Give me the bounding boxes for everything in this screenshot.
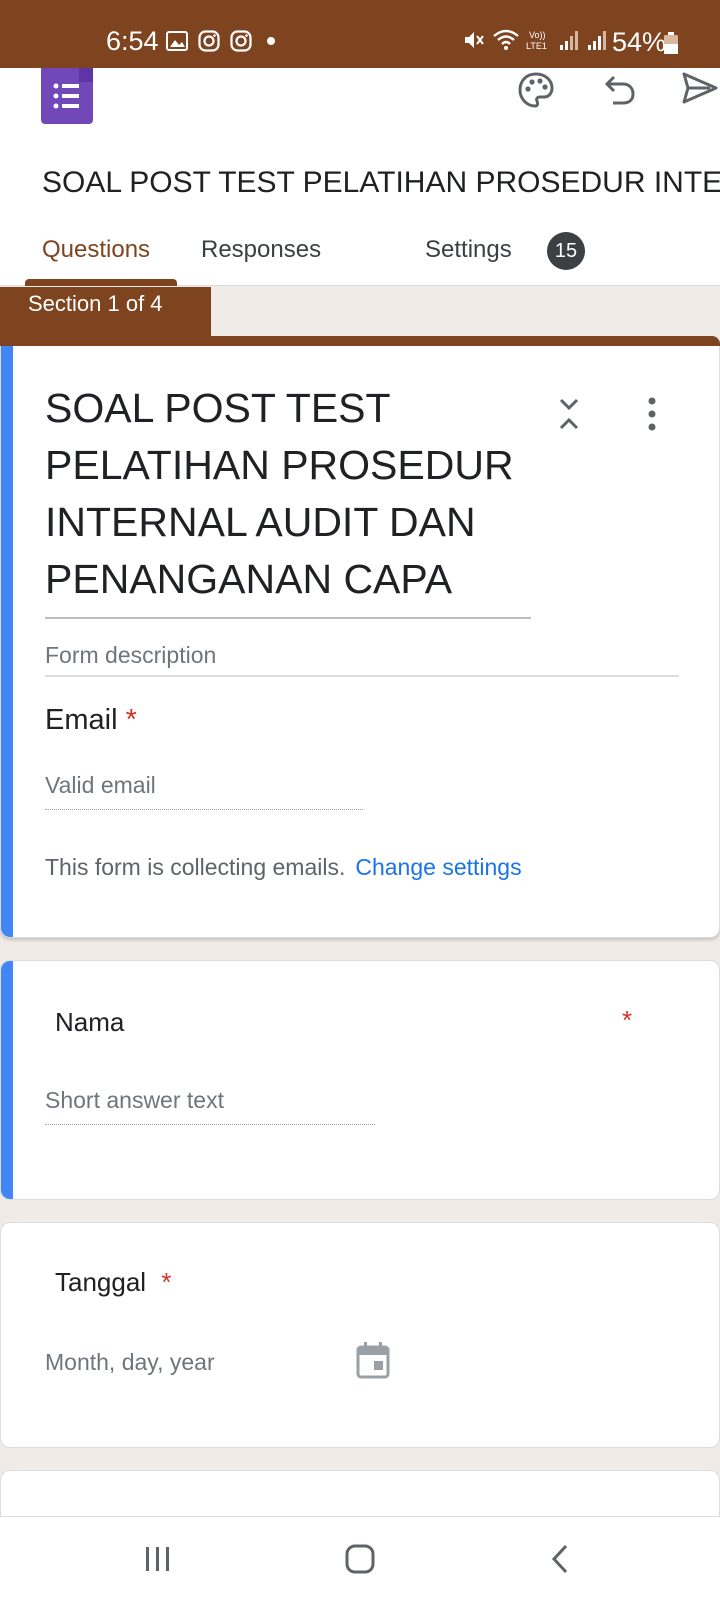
recents-icon[interactable]: [134, 1537, 182, 1581]
palette-icon[interactable]: [514, 68, 558, 112]
tab-responses[interactable]: Responses 15: [201, 228, 585, 284]
app-bar: SOAL POST TEST PELATIHAN PROSEDUR INTERN…: [0, 68, 720, 286]
question-title-tanggal-text: Tanggal: [55, 1267, 147, 1297]
question-title-tanggal[interactable]: Tanggal *: [55, 1267, 171, 1298]
status-time: 6:54: [106, 26, 159, 56]
section-label: Section 1 of 4: [0, 287, 211, 337]
system-nav-bar: [0, 1516, 720, 1600]
status-bar: 6:54 Vo)) LTE1 54%: [0, 0, 720, 68]
email-input: Valid email: [45, 772, 156, 798]
dot-icon: [262, 32, 280, 55]
question-title-nama[interactable]: Nama: [55, 1007, 124, 1038]
short-answer-underline: [45, 1124, 375, 1125]
wifi-icon: [492, 28, 520, 57]
active-card-accent: [1, 346, 13, 937]
required-star: *: [622, 1005, 633, 1035]
date-input: Month, day, year: [45, 1349, 215, 1375]
tab-responses-label: Responses: [201, 236, 322, 263]
responses-count-badge: 15: [547, 232, 585, 270]
battery-percent: 54%: [612, 27, 667, 57]
title-underline: [45, 617, 531, 619]
short-answer-input: Short answer text: [45, 1087, 224, 1113]
signal-icon: [586, 29, 608, 56]
active-card-accent: [1, 961, 13, 1199]
question-card-tanggal[interactable]: Tanggal * Month, day, year: [0, 1222, 720, 1448]
change-settings-link[interactable]: Change settings: [355, 854, 521, 880]
send-icon[interactable]: [678, 66, 720, 110]
question-card-nama[interactable]: Nama * Short answer text: [0, 960, 720, 1200]
volte-icon: Vo)) LTE1: [526, 28, 552, 57]
more-options-icon[interactable]: [645, 396, 659, 437]
form-title[interactable]: SOAL POST TEST PELATIHAN PROSEDUR INTERN…: [45, 380, 535, 608]
calendar-icon: [356, 1341, 390, 1384]
email-input-underline: [45, 809, 363, 810]
svg-text:Vo)): Vo)): [529, 30, 546, 40]
battery-icon: [664, 32, 678, 59]
collapse-section-icon[interactable]: [557, 396, 581, 437]
email-label-text: Email: [45, 704, 118, 736]
collecting-emails-notice: This form is collecting emails. Change se…: [45, 854, 522, 881]
tab-questions[interactable]: Questions: [42, 228, 150, 284]
form-title-header[interactable]: SOAL POST TEST PELATIHAN PROSEDUR INTERN…: [42, 166, 720, 200]
undo-icon[interactable]: [598, 68, 642, 112]
collecting-emails-text: This form is collecting emails.: [45, 854, 346, 880]
required-star: *: [161, 1267, 172, 1297]
form-header-card[interactable]: SOAL POST TEST PELATIHAN PROSEDUR INTERN…: [0, 346, 720, 938]
form-description-field[interactable]: Form description: [45, 642, 216, 669]
instagram-icon: [198, 30, 220, 57]
tab-settings[interactable]: Settings: [425, 228, 512, 284]
svg-text:LTE1: LTE1: [526, 41, 547, 51]
mute-icon: [462, 28, 486, 57]
forms-logo-icon: [41, 68, 93, 124]
back-icon[interactable]: [536, 1537, 584, 1581]
signal-icon: [558, 29, 580, 56]
instagram-icon: [230, 30, 252, 57]
description-underline: [45, 675, 679, 677]
gallery-icon: [166, 31, 188, 56]
required-star: *: [125, 704, 137, 736]
active-tab-indicator: [25, 279, 177, 286]
home-icon[interactable]: [336, 1537, 384, 1581]
tab-bar: Questions Responses 15 Settings: [0, 228, 720, 286]
email-label: Email *: [45, 704, 137, 737]
